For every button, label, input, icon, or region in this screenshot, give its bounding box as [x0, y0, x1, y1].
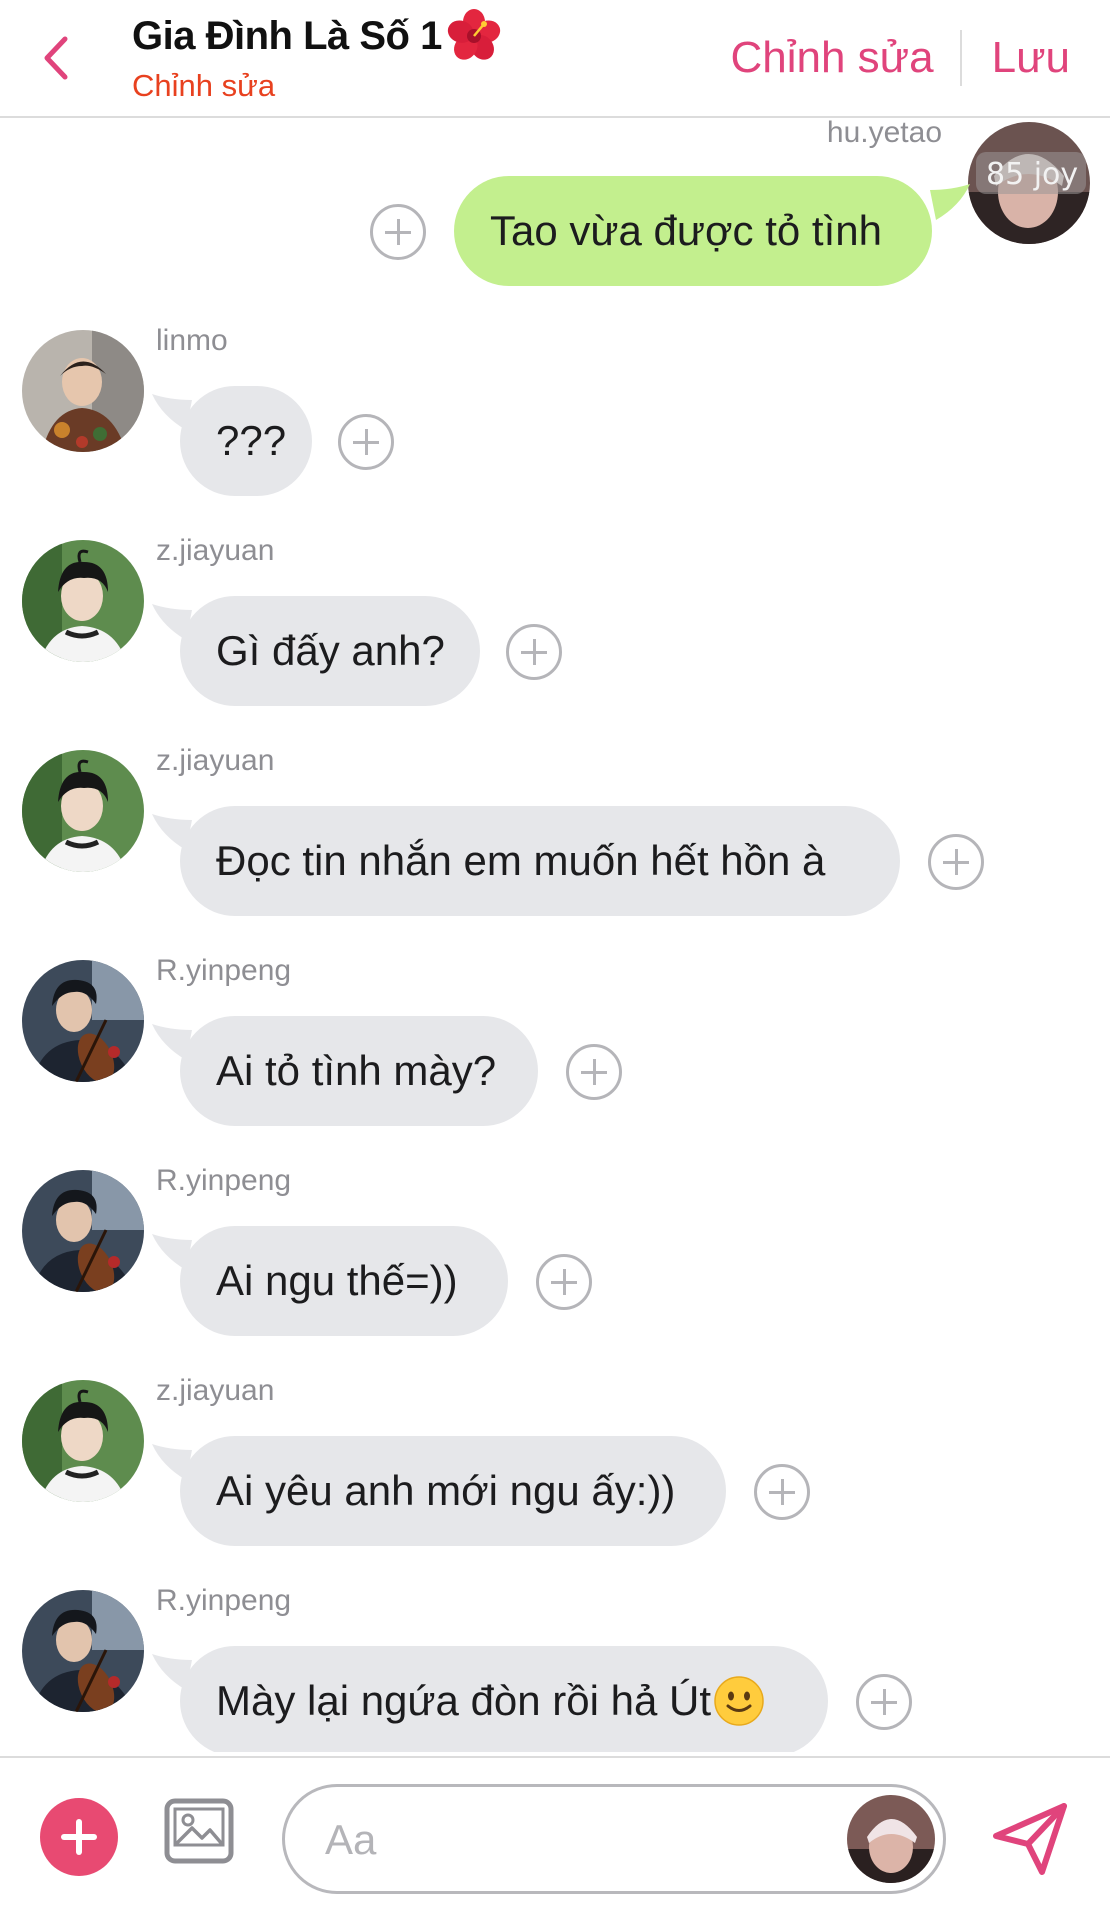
back-button[interactable]: [36, 30, 76, 86]
message-bubble[interactable]: Tao vừa được tỏ tình: [454, 176, 932, 286]
message-text: Đọc tin nhắn em muốn hết hồn à: [216, 837, 826, 884]
message-text: Ai tỏ tình mày?: [216, 1047, 497, 1094]
message-composer: [0, 1756, 1110, 1920]
avatar-z-jiayuan[interactable]: [22, 540, 144, 662]
avatar-r-yinpeng[interactable]: [22, 960, 144, 1082]
message-text: Ai yêu anh mới ngu ấy:)): [216, 1467, 676, 1514]
sender-name: R.yinpeng: [156, 1584, 292, 1617]
chat-title: Gia Đình Là Số 1: [132, 13, 442, 58]
add-reaction-icon[interactable]: [370, 204, 426, 260]
avatar-z-jiayuan[interactable]: [22, 1380, 144, 1502]
chat-subtitle[interactable]: Chỉnh sửa: [132, 68, 502, 104]
save-button[interactable]: Lưu: [992, 33, 1070, 83]
message-incoming: z.jiayuan Đọc tin nhắn em muốn hết hồn à: [0, 744, 1110, 916]
message-incoming: R.yinpeng Ai ngu thế=)): [0, 1164, 1110, 1336]
sender-name: hu.yetao: [826, 120, 942, 149]
sender-name: R.yinpeng: [156, 954, 292, 987]
message-text: Tao vừa được tỏ tình: [490, 207, 882, 254]
sender-name: R.yinpeng: [156, 1164, 292, 1197]
message-list[interactable]: hu.yetao 85 joy Tao vừa được tỏ tình lin…: [0, 120, 1110, 1752]
chat-title-block: Gia Đình Là Số 1 Chỉnh sửa: [132, 8, 502, 104]
edit-button[interactable]: Chỉnh sửa: [730, 33, 933, 83]
message-outgoing: hu.yetao 85 joy Tao vừa được tỏ tình: [0, 120, 1110, 286]
message-bubble[interactable]: ???: [180, 386, 312, 496]
message-bubble[interactable]: Ai tỏ tình mày?: [180, 1016, 538, 1126]
message-bubble[interactable]: Đọc tin nhắn em muốn hết hồn à: [180, 806, 900, 916]
sender-name: linmo: [156, 324, 228, 357]
message-text: Ai ngu thế=)): [216, 1257, 458, 1304]
add-reaction-icon[interactable]: [506, 624, 562, 680]
header-divider: [959, 30, 962, 86]
message-bubble[interactable]: Ai ngu thế=)): [180, 1226, 508, 1336]
add-reaction-icon[interactable]: [338, 414, 394, 470]
avatar-z-jiayuan[interactable]: [22, 750, 144, 872]
add-attachment-button[interactable]: [40, 1798, 118, 1876]
sender-name: z.jiayuan: [156, 744, 275, 777]
send-icon[interactable]: [990, 1798, 1070, 1878]
add-reaction-icon[interactable]: [928, 834, 984, 890]
message-input-container[interactable]: [282, 1784, 946, 1894]
avatar-linmo[interactable]: [22, 330, 144, 452]
sender-name: z.jiayuan: [156, 534, 275, 567]
chevron-left-icon: [44, 36, 68, 80]
avatar-r-yinpeng[interactable]: [22, 1170, 144, 1292]
add-reaction-icon[interactable]: [566, 1044, 622, 1100]
message-incoming: linmo ???: [0, 324, 1110, 496]
avatar-hu-yetao[interactable]: 85 joy: [968, 122, 1090, 244]
message-text: Gì đấy anh?: [216, 627, 445, 674]
message-text: ???: [216, 417, 287, 464]
bubble-tail: [930, 184, 970, 220]
slightly-smiling-face-icon: [714, 1676, 764, 1726]
sender-select-avatar[interactable]: [847, 1795, 935, 1883]
add-reaction-icon[interactable]: [536, 1254, 592, 1310]
message-incoming: z.jiayuan Gì đấy anh?: [0, 534, 1110, 706]
message-bubble[interactable]: Gì đấy anh?: [180, 596, 480, 706]
message-incoming: z.jiayuan Ai yêu anh mới ngu ấy:)): [0, 1374, 1110, 1546]
avatar-overlay-text: 85 joy: [986, 157, 1078, 192]
avatar-r-yinpeng[interactable]: [22, 1590, 144, 1712]
plus-icon: [61, 1819, 97, 1855]
message-input[interactable]: [325, 1805, 785, 1875]
hibiscus-emoji-icon: [447, 9, 500, 60]
add-reaction-icon[interactable]: [856, 1674, 912, 1730]
image-icon[interactable]: [164, 1798, 234, 1864]
message-bubble[interactable]: Ai yêu anh mới ngu ấy:)): [180, 1436, 726, 1546]
chat-header: Gia Đình Là Số 1 Chỉnh sửa Chỉnh sửa Lưu: [0, 0, 1110, 118]
message-bubble[interactable]: Mày lại ngứa đòn rồi hả Út: [180, 1646, 828, 1752]
add-reaction-icon[interactable]: [754, 1464, 810, 1520]
message-incoming: R.yinpeng Ai tỏ tình mày?: [0, 954, 1110, 1126]
message-text: Mày lại ngứa đòn rồi hả Út: [216, 1677, 712, 1724]
message-incoming: R.yinpeng Mày lại ngứa đòn rồi hả Út: [0, 1584, 1110, 1752]
sender-name: z.jiayuan: [156, 1374, 275, 1407]
